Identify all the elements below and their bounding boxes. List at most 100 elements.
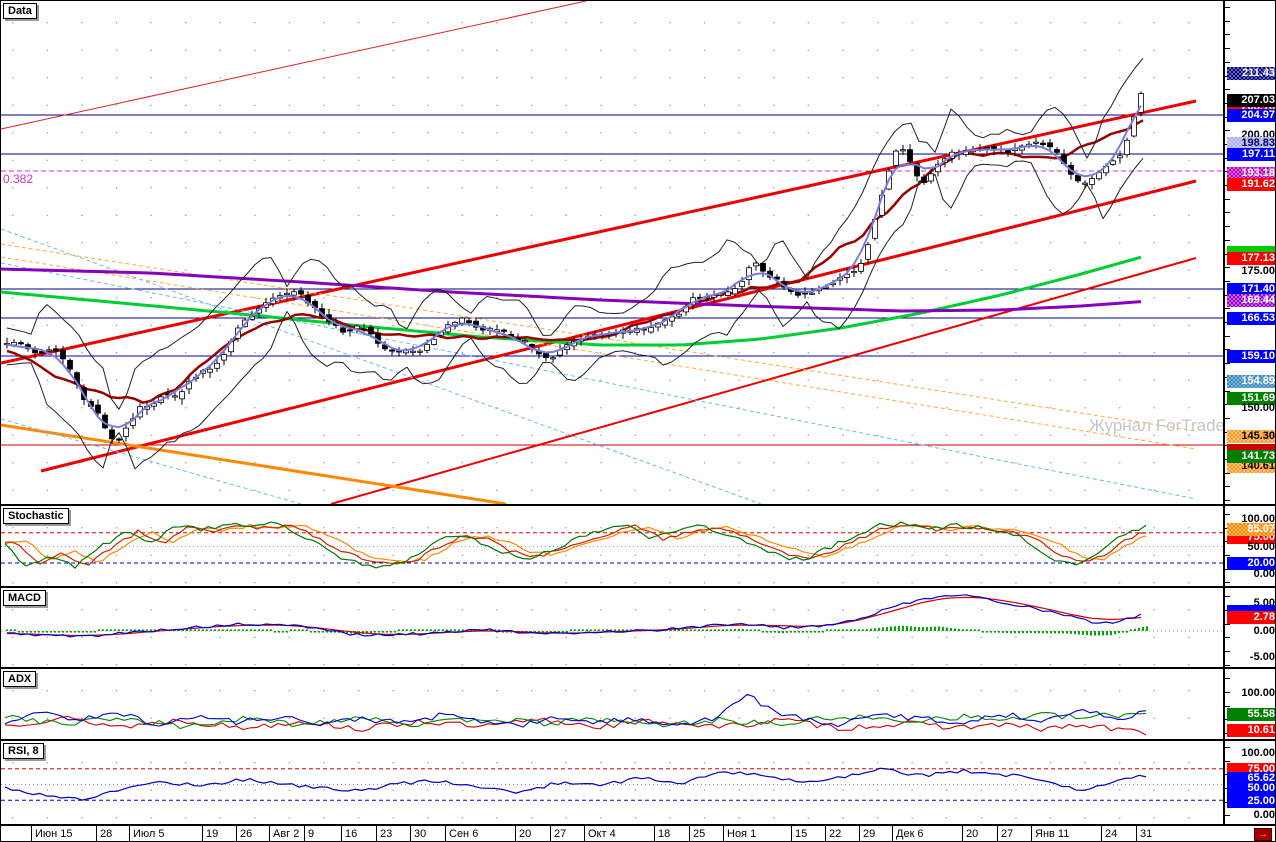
time-axis-label: Июл 5 — [133, 828, 165, 840]
axis-label: 0.00 — [1253, 625, 1275, 637]
price-panel: Журнал ForTrader.ru 0.382 Data — [1, 1, 1223, 504]
axis-tick — [1225, 761, 1230, 762]
axis-tick — [1225, 706, 1230, 707]
time-axis-tick — [654, 826, 655, 841]
panel-label-adx[interactable]: ADX — [3, 671, 37, 687]
axis-tick — [1225, 89, 1230, 90]
axis-label: 145.30 — [1227, 430, 1275, 443]
axis-label: 100.00 — [1241, 687, 1275, 699]
time-axis-tick — [962, 826, 963, 841]
axis-tick — [1225, 473, 1230, 474]
axis-label: 0.00 — [1253, 809, 1275, 821]
time-axis-label: 27 — [1001, 828, 1014, 840]
scroll-right-button[interactable]: → — [1254, 828, 1272, 841]
time-axis-tick — [1136, 826, 1137, 841]
time-axis-label: Янв 11 — [1035, 828, 1070, 840]
time-axis-label: 16 — [345, 828, 358, 840]
panel-divider — [1, 504, 1275, 506]
time-axis-label: 20 — [519, 828, 532, 840]
time-axis-tick — [96, 826, 97, 841]
trading-chart-window: Журнал ForTrader.ru 0.382 Data Stochasti… — [0, 0, 1276, 842]
axis-tick — [1225, 240, 1230, 241]
panel-label-rsi[interactable]: RSI, 8 — [3, 743, 44, 759]
axis-label: -5.00 — [1249, 651, 1275, 663]
axis-label: 175.00 — [1241, 265, 1275, 277]
time-axis-tick — [1101, 826, 1102, 841]
panel-label-data[interactable]: Data — [3, 3, 37, 19]
time-axis-label: Окт 4 — [588, 828, 616, 840]
axis-label: 50.00 — [1227, 782, 1275, 795]
axis-tick — [1225, 48, 1230, 49]
axis-tick — [1225, 500, 1230, 501]
axis-tick — [1225, 212, 1230, 213]
axis-label: 2.78 — [1227, 611, 1275, 624]
price-chart-canvas[interactable] — [1, 1, 1223, 504]
time-axis-label: 19 — [206, 828, 219, 840]
axis-label: 154.89 — [1227, 375, 1275, 388]
time-axis-tick — [376, 826, 377, 841]
time-axis-tick — [129, 826, 130, 841]
axis-tick — [1225, 418, 1230, 419]
axis-label: 85.07 — [1227, 523, 1275, 536]
time-axis-tick — [236, 826, 237, 841]
axis-label: 50.00 — [1247, 541, 1275, 553]
panel-label-stochastic[interactable]: Stochastic — [3, 508, 69, 524]
time-axis-tick — [997, 826, 998, 841]
axis-tick — [1225, 678, 1230, 679]
adx-panel: ADX — [1, 669, 1223, 739]
axis-tick — [1225, 363, 1230, 364]
rsi-panel: RSI, 8 — [1, 741, 1223, 824]
time-axis-tick — [723, 826, 724, 841]
time-axis-label: Авг 2 — [273, 828, 300, 840]
panel-divider — [1, 667, 1275, 669]
time-axis-label: 20 — [966, 828, 979, 840]
time-axis-tick — [689, 826, 690, 841]
axis-tick — [1225, 308, 1230, 309]
panel-label-macd[interactable]: MACD — [3, 590, 46, 606]
time-axis-tick — [410, 826, 411, 841]
macd-chart-canvas[interactable] — [1, 588, 1223, 667]
stochastic-chart-canvas[interactable] — [1, 506, 1223, 586]
time-axis-tick — [269, 826, 270, 841]
axis-label: 177.13 — [1227, 252, 1275, 265]
axis-label: 10.61 — [1227, 724, 1275, 737]
time-axis-label: 9 — [308, 828, 315, 840]
axis-label: 204.97 — [1227, 109, 1275, 122]
time-axis-tick — [445, 826, 446, 841]
axis-label: 55.58 — [1227, 708, 1275, 721]
axis-tick — [1225, 555, 1230, 556]
axis-tick — [1225, 665, 1230, 666]
axis-label: 207.03 — [1227, 94, 1275, 107]
time-axis-tick — [304, 826, 305, 841]
time-axis-tick — [825, 826, 826, 841]
axis-label: 211.43 — [1227, 67, 1275, 80]
axis-tick — [1225, 21, 1230, 22]
time-axis-label: Июн 15 — [35, 828, 73, 840]
axis-label: 159.10 — [1227, 350, 1275, 363]
time-axis-tick — [584, 826, 585, 841]
time-axis-tick — [859, 826, 860, 841]
time-axis-tick — [31, 826, 32, 841]
time-axis-label: 22 — [829, 828, 842, 840]
time-axis-label: Сен 6 — [449, 828, 479, 840]
axis-tick — [1225, 199, 1230, 200]
adx-chart-canvas[interactable] — [1, 669, 1223, 739]
axis-label: 0.00 — [1253, 568, 1275, 580]
time-axis-label: Ноя 1 — [727, 828, 757, 840]
axis-tick — [1225, 226, 1230, 227]
axis-label: 169.44 — [1227, 294, 1275, 307]
time-axis-label: 18 — [658, 828, 671, 840]
stochastic-panel: Stochastic — [1, 506, 1223, 586]
right-arrow-icon: → — [1258, 829, 1268, 840]
axis-label: 141.73 — [1227, 450, 1275, 463]
axis-label: 197.11 — [1227, 148, 1275, 161]
axis-tick — [1225, 281, 1230, 282]
rsi-chart-canvas[interactable] — [1, 741, 1223, 824]
fib-level-label: 0.382 — [3, 172, 34, 186]
time-axis-label: 31 — [1140, 828, 1153, 840]
axis-label: 150.00 — [1241, 402, 1275, 414]
axis-label: 25.00 — [1227, 795, 1275, 808]
time-axis-tick — [1031, 826, 1032, 841]
time-axis-label: 25 — [693, 828, 706, 840]
time-axis-tick — [515, 826, 516, 841]
